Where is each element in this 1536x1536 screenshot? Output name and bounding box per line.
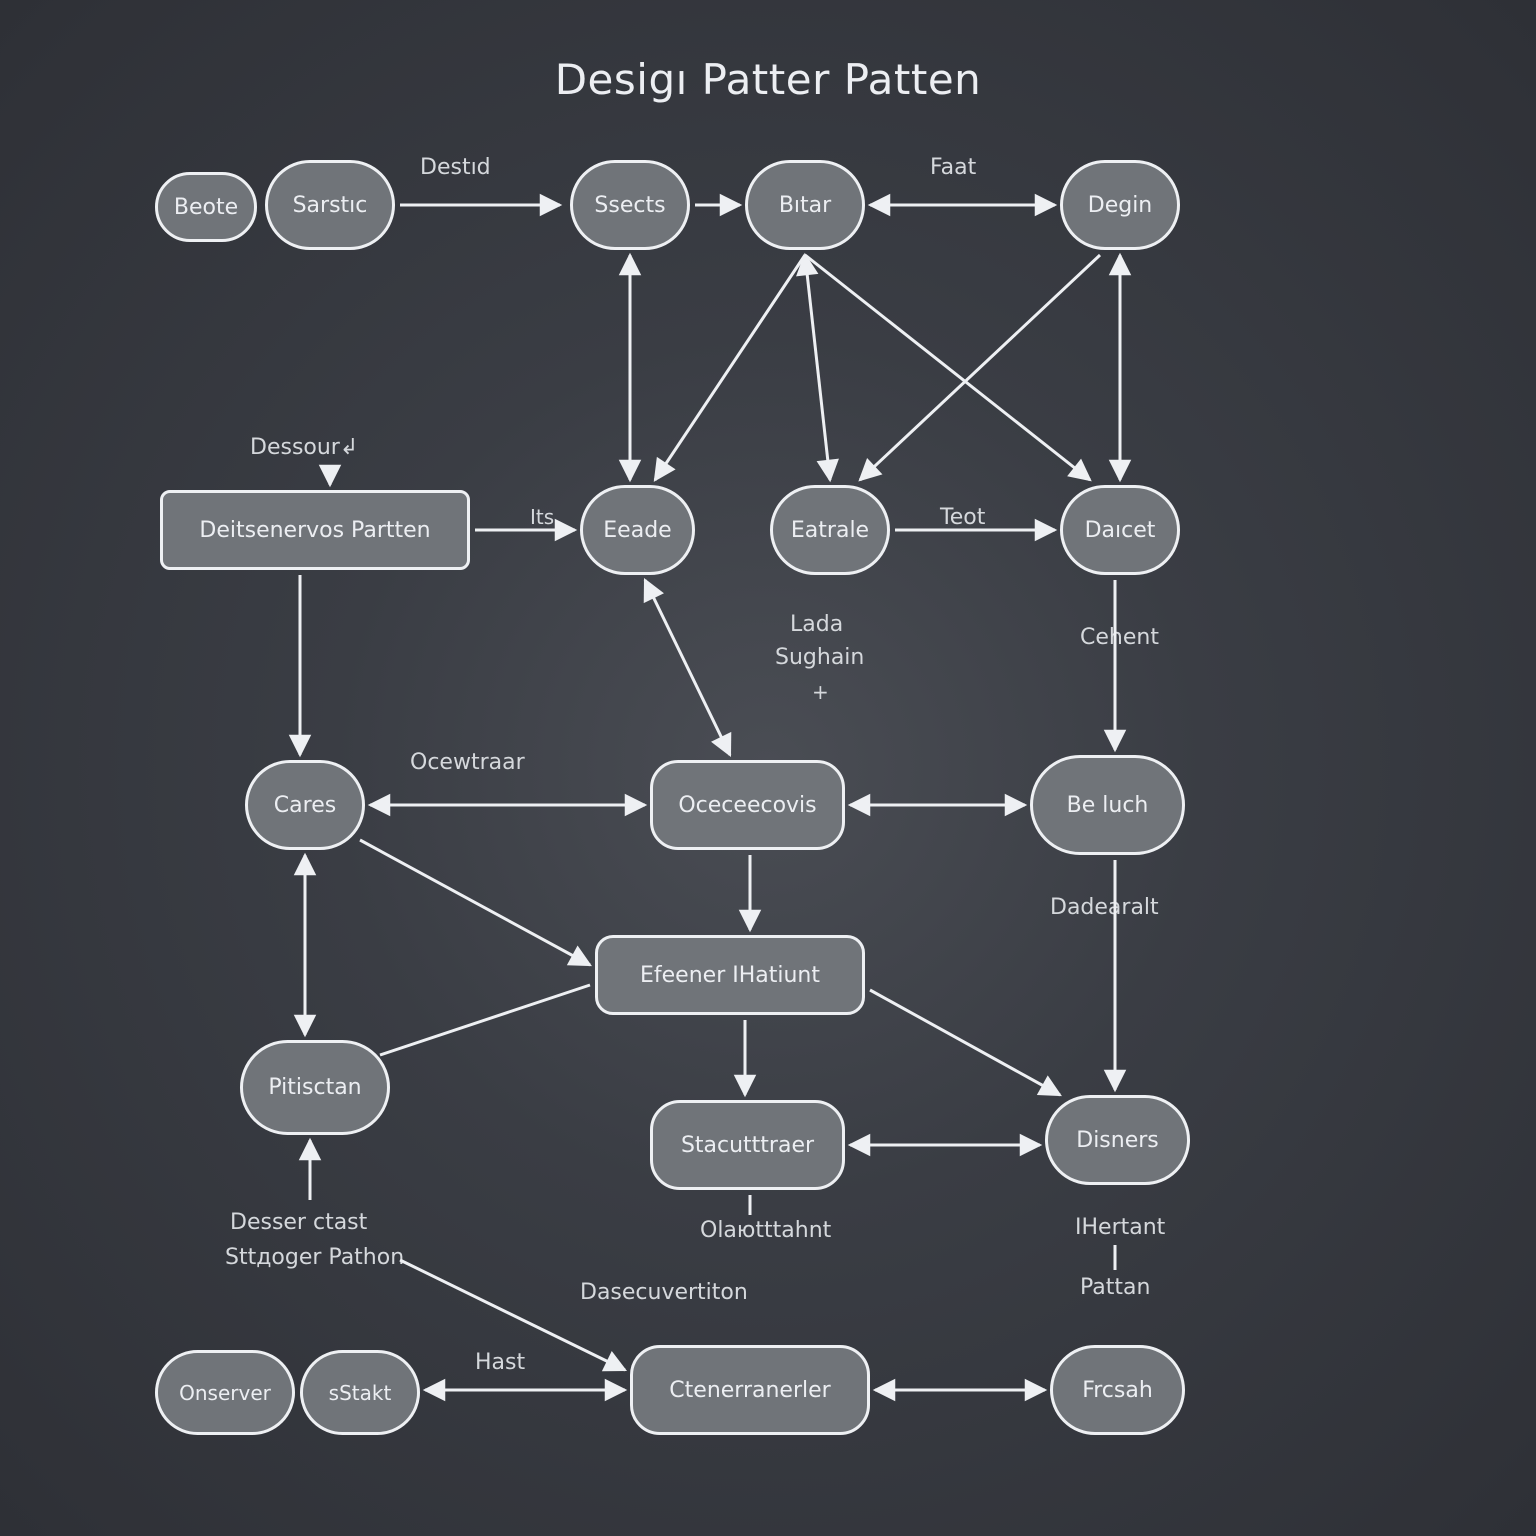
label-dascu: Dasecuvertiton xyxy=(580,1280,748,1305)
node-oceceecovis: Oceceecovis xyxy=(650,760,845,850)
node-disners: Disners xyxy=(1045,1095,1190,1185)
label-dessour: Dessour↲ xyxy=(250,435,358,460)
label-pattan: Pattan xyxy=(1080,1275,1150,1300)
label-lada: Lada xyxy=(790,612,843,637)
label-olasor: Olaюtttahnt xyxy=(700,1218,831,1243)
label-faat: Faat xyxy=(930,155,976,180)
node-cares: Cares xyxy=(245,760,365,850)
node-frcsah: Frcsah xyxy=(1050,1345,1185,1435)
diagram-title: Desigı Patter Patten xyxy=(0,55,1536,104)
node-sarstic: Sarstıc xyxy=(265,160,395,250)
node-beote: Beote xyxy=(155,172,257,242)
label-its: Its xyxy=(530,505,554,529)
node-beluch: Be luch xyxy=(1030,755,1185,855)
node-stacutraer: Stacutttraer xyxy=(650,1100,845,1190)
label-ihertant: IHertant xyxy=(1075,1215,1165,1240)
node-daicet: Daıcet xyxy=(1060,485,1180,575)
label-teot: Teot xyxy=(940,505,985,530)
label-ocewraar: Ocewtraar xyxy=(410,750,525,775)
node-eeade: Eeade xyxy=(580,485,695,575)
node-sstakt: sStakt xyxy=(300,1350,420,1435)
node-deitsenervos: Deitsenervos Partten xyxy=(160,490,470,570)
node-pitisctan: Pitisctan xyxy=(240,1040,390,1135)
label-dadearail: Dadearalt xyxy=(1050,895,1159,920)
label-destd: Destıd xyxy=(420,155,491,180)
label-plus: + xyxy=(812,680,829,704)
node-ssects: Ssects xyxy=(570,160,690,250)
label-cehent: Cehent xyxy=(1080,625,1159,650)
node-eatrale: Eatrale xyxy=(770,485,890,575)
node-degin: Degin xyxy=(1060,160,1180,250)
node-onserver: Onserver xyxy=(155,1350,295,1435)
node-efeener: Efeener IHatiunt xyxy=(595,935,865,1015)
node-bitar: Bıtar xyxy=(745,160,865,250)
label-stroger: Sttдoger Pathon xyxy=(225,1245,404,1270)
label-desserctast: Desser ctast xyxy=(230,1210,367,1235)
node-ctener: Ctenerranerler xyxy=(630,1345,870,1435)
label-sughain: Sughain xyxy=(775,645,864,670)
label-hast: Hast xyxy=(475,1350,525,1375)
